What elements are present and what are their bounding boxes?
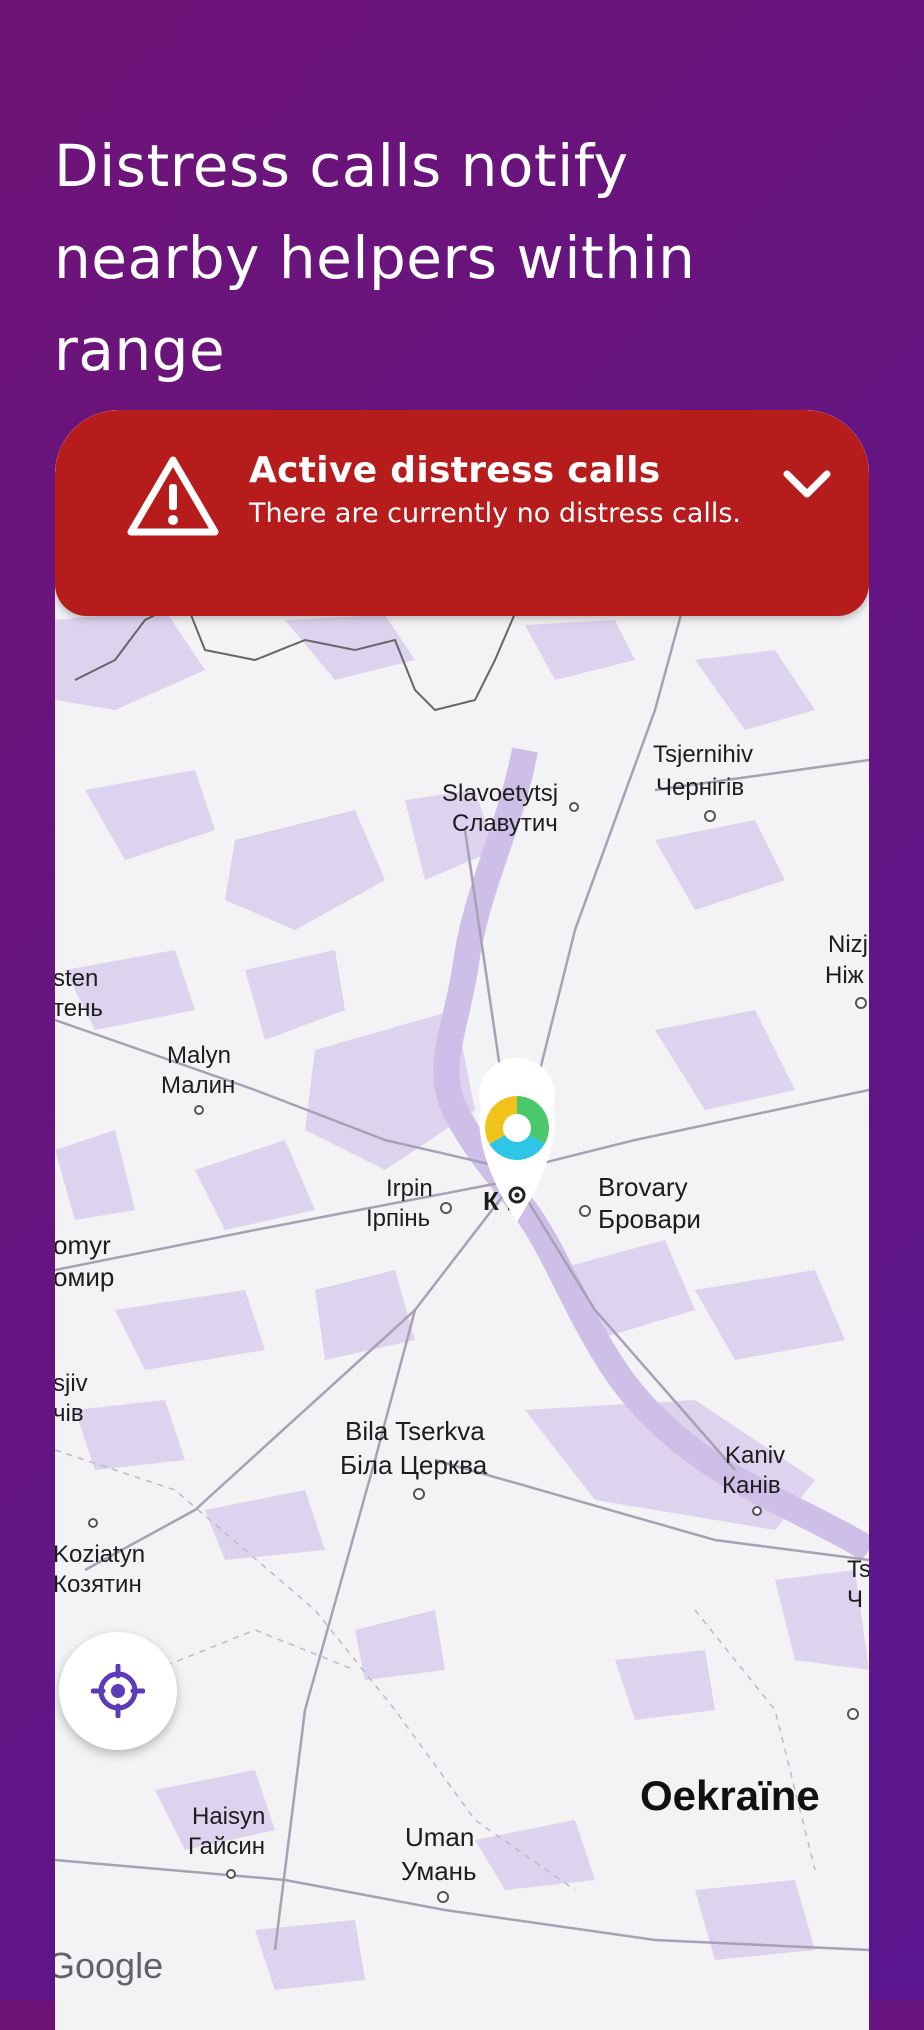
city-chernihiv-local: Чернігів — [656, 774, 744, 801]
city-kaniv-local: Канів — [722, 1472, 781, 1499]
crosshair-icon — [91, 1664, 145, 1718]
banner-title: Active distress calls — [249, 450, 661, 491]
city-irpin-name: Irpin — [386, 1175, 433, 1202]
google-attribution: Google — [55, 1945, 163, 1986]
city-kaniv-name: Kaniv — [725, 1442, 785, 1469]
headline: Distress calls notify nearby helpers wit… — [54, 120, 774, 396]
city-nizhyn-local: Ніж — [825, 962, 864, 989]
city-koziatyn-local: Козятин — [55, 1571, 142, 1598]
city-korosten-local: тень — [55, 995, 103, 1022]
banner-subtitle: There are currently no distress calls. — [249, 498, 742, 529]
chevron-down-icon[interactable] — [781, 466, 833, 502]
city-korosten-name: sten — [55, 965, 98, 992]
city-irpin-local: Ірпінь — [366, 1205, 430, 1232]
city-berdychiv-local: чів — [55, 1400, 84, 1427]
city-ts-name: Ts — [847, 1556, 869, 1583]
city-uman-local: Умань — [401, 1856, 477, 1886]
city-chernihiv-name: Tsjernihiv — [653, 741, 753, 768]
city-slavutych-name: Slavoetytsj — [442, 780, 558, 807]
distress-banner[interactable]: Active distress calls There are currentl… — [55, 410, 869, 616]
city-malyn-local: Малин — [161, 1072, 235, 1099]
city-slavutych-local: Славутич — [452, 810, 558, 837]
headline-line-2: nearby helpers within — [54, 224, 696, 292]
city-uman-name: Uman — [405, 1822, 474, 1852]
city-berdychiv-name: sjiv — [55, 1370, 88, 1397]
city-ts-local: Ч — [847, 1586, 863, 1613]
city-koziatyn-name: Koziatyn — [55, 1541, 145, 1568]
locate-me-button[interactable] — [59, 1632, 177, 1750]
city-zhytomyr-name: omyr — [55, 1230, 111, 1260]
city-brovary-name: Brovary — [598, 1172, 688, 1202]
city-malyn-name: Malyn — [167, 1042, 231, 1069]
city-bila-local: Біла Церква — [340, 1450, 488, 1480]
city-bila-name: Bila Tserkva — [345, 1416, 485, 1446]
headline-line-3: range — [54, 316, 226, 384]
map-view[interactable]: Tsjernihiv Чернігів Slavoetytsj Славутич… — [55, 410, 869, 2030]
city-haisyn-name: Haisyn — [192, 1803, 265, 1830]
headline-line-1: Distress calls notify — [54, 132, 629, 200]
city-nizhyn-name: Nizj — [828, 931, 868, 958]
city-brovary-local: Бровари — [598, 1204, 701, 1234]
country-label: Oekraïne — [640, 1772, 820, 1819]
phone-screen: Tsjernihiv Чернігів Slavoetytsj Славутич… — [55, 410, 869, 2030]
city-haisyn-local: Гайсин — [188, 1833, 265, 1860]
warning-triangle-icon — [127, 456, 219, 536]
city-zhytomyr-local: омир — [55, 1262, 114, 1292]
